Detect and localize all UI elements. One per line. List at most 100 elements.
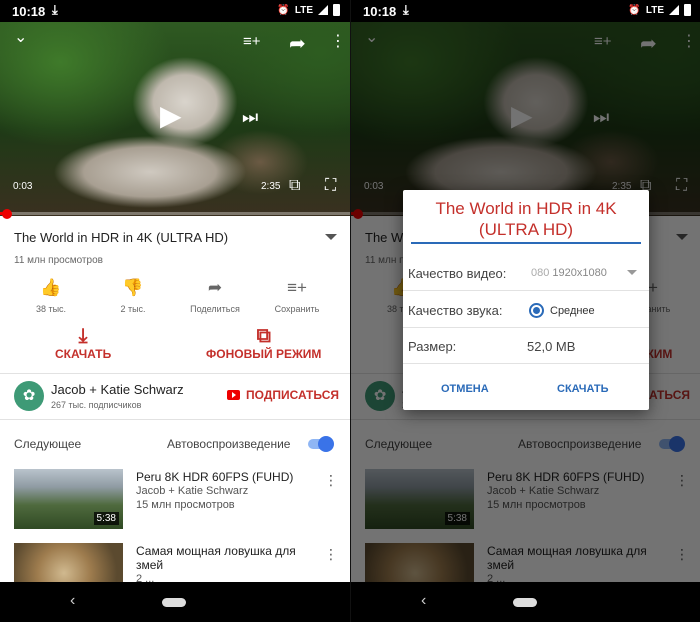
video-title: Peru 8K HDR 60FPS (FUHD): [136, 470, 294, 484]
dialog-title-field[interactable]: The World in HDR in 4K (ULTRA HD): [411, 198, 641, 244]
video-views: 15 млн просмотров: [136, 499, 235, 511]
duration-badge: 5:38: [93, 512, 119, 525]
dislike-count: 2 тыс.: [120, 304, 146, 314]
size-value: 52,0 MB: [527, 339, 576, 354]
status-icons: ⏰ LTE: [277, 4, 340, 16]
video-thumbnail[interactable]: 5:38: [14, 469, 123, 529]
progress-bar[interactable]: [0, 209, 350, 219]
youtube-screen-with-dialog: 10:18 ⤓ ⏰ LTE ⌄ ≡+ ➦ ⋮ ▶ ⏭ 0:03 2:35 ⧉ ⛶…: [351, 0, 700, 622]
divider: [0, 419, 350, 420]
download-notification-icon: ⤓: [403, 2, 409, 17]
confirm-download-button[interactable]: СКАЧАТЬ: [557, 383, 609, 395]
dislike-button[interactable]: 👎 2 тыс.: [92, 278, 174, 314]
more-options-icon[interactable]: ⋮: [324, 473, 338, 487]
video-title: Самая мощная ловушка для змей: [136, 544, 296, 572]
background-mode-icon: ⧉: [256, 325, 271, 347]
miniplayer-icon[interactable]: ⧉: [289, 178, 300, 194]
subscribe-button[interactable]: ПОДПИСАТЬСЯ: [227, 388, 339, 402]
video-title: The World in HDR in 4K (ULTRA HD): [14, 230, 229, 245]
like-count: 38 тыс.: [35, 304, 67, 314]
clock: 10:18: [363, 4, 397, 19]
network-type: LTE: [294, 4, 313, 16]
thumb-up-icon: 👍: [40, 278, 62, 297]
video-quality-row[interactable]: Качество видео: 080 1920x1080: [403, 257, 649, 291]
divider: [0, 373, 350, 374]
like-button[interactable]: 👍 38 тыс.: [10, 278, 92, 314]
status-icons: ⏰ LTE: [628, 4, 691, 16]
play-icon[interactable]: ▶: [160, 102, 182, 130]
alarm-icon: ⏰: [628, 4, 641, 16]
share-icon[interactable]: ➦: [289, 34, 306, 54]
minimize-chevron-icon[interactable]: ⌄: [14, 30, 27, 46]
channel-avatar[interactable]: ✿: [14, 381, 44, 411]
audio-quality-value: Среднее: [550, 305, 595, 317]
size-label: Размер:: [408, 339, 457, 354]
video-quality-select[interactable]: 080 1920x1080: [531, 267, 607, 279]
subscribe-label: ПОДПИСАТЬСЯ: [246, 388, 339, 402]
download-button[interactable]: ⤓ СКАЧАТЬ: [55, 325, 111, 361]
save-label: Сохранить: [274, 304, 320, 314]
save-button[interactable]: ≡+ Сохранить: [256, 278, 338, 314]
audio-quality-radio[interactable]: [529, 303, 544, 318]
video-quality-value: 1920x1080: [552, 267, 607, 279]
download-label: СКАЧАТЬ: [55, 347, 112, 361]
signal-icon: [669, 5, 679, 15]
home-pill[interactable]: [513, 598, 537, 607]
battery-icon: [333, 4, 340, 16]
video-channel: Jacob + Katie Schwarz: [136, 485, 249, 497]
back-icon[interactable]: ‹: [421, 592, 426, 610]
share-label: Поделиться: [190, 304, 240, 314]
cancel-button[interactable]: ОТМЕНА: [441, 383, 489, 395]
navigation-bar: ‹: [0, 582, 350, 622]
expand-description-icon[interactable]: [325, 234, 337, 240]
audio-quality-label: Качество звука:: [408, 303, 503, 318]
fullscreen-icon[interactable]: ⛶: [325, 178, 336, 194]
current-time: 0:03: [13, 181, 33, 192]
video-quality-prefix: 080: [531, 267, 550, 279]
video-info: Peru 8K HDR 60FPS (FUHD) Jacob + Katie S…: [136, 470, 316, 512]
up-next-heading: Следующее: [14, 437, 82, 451]
progress-handle[interactable]: [1, 209, 12, 219]
add-to-playlist-icon[interactable]: ≡+: [243, 34, 261, 49]
channel-name: Jacob + Katie Schwarz: [51, 382, 184, 397]
next-video-icon[interactable]: ⏭: [242, 108, 258, 126]
share-button[interactable]: ➦ Поделиться: [174, 278, 256, 314]
video-quality-label: Качество видео:: [408, 266, 507, 281]
status-bar: 10:18 ⤓ ⏰ LTE: [351, 0, 700, 22]
dropdown-arrow-icon[interactable]: [627, 270, 637, 275]
thumb-down-icon: 👎: [122, 278, 144, 297]
youtube-logo-icon: [227, 390, 241, 400]
duration: 2:35: [261, 181, 281, 192]
more-options-icon[interactable]: ⋮: [330, 34, 346, 50]
subscriber-count: 267 тыс. подписчиков: [51, 400, 142, 410]
channel-row[interactable]: ✿ Jacob + Katie Schwarz 267 тыс. подписч…: [14, 379, 339, 415]
background-mode-label: ФОНОВЫЙ РЕЖИМ: [206, 347, 322, 361]
video-info: Самая мощная ловушка для змей 2 ...: [136, 544, 316, 586]
list-item[interactable]: 5:38 Peru 8K HDR 60FPS (FUHD) Jacob + Ka…: [14, 469, 344, 529]
status-bar: 10:18 ⤓ ⏰ LTE: [0, 0, 350, 22]
download-notification-icon: ⤓: [52, 2, 58, 17]
back-icon[interactable]: ‹: [70, 592, 75, 610]
add-to-playlist-icon: ≡+: [287, 278, 307, 297]
home-pill[interactable]: [162, 598, 186, 607]
signal-icon: [318, 5, 328, 15]
battery-icon: [684, 4, 691, 16]
alarm-icon: ⏰: [277, 4, 290, 16]
share-icon: ➦: [207, 278, 223, 297]
autoplay-toggle[interactable]: [306, 436, 334, 452]
autoplay-label: Автовоспроизведение: [167, 437, 291, 451]
video-title-row[interactable]: The World in HDR in 4K (ULTRA HD): [14, 230, 339, 245]
download-dialog: The World in HDR in 4K (ULTRA HD) Качест…: [403, 190, 649, 410]
background-mode-button[interactable]: ⧉ ФОНОВЫЙ РЕЖИМ: [206, 325, 321, 361]
navigation-bar: ‹: [351, 582, 700, 622]
video-player[interactable]: ⌄ ≡+ ➦ ⋮ ▶ ⏭ 0:03 2:35 ⧉ ⛶: [0, 22, 350, 216]
view-count: 11 млн просмотров: [14, 255, 103, 266]
network-type: LTE: [645, 4, 664, 16]
size-row: Размер: 52,0 MB: [403, 330, 649, 364]
action-bar: 👍 38 тыс. 👎 2 тыс. ➦ Поделиться ≡+ Сохра…: [10, 278, 340, 314]
youtube-screen: 10:18 ⤓ ⏰ LTE ⌄ ≡+ ➦ ⋮ ▶ ⏭ 0:03 2:35 ⧉ ⛶…: [0, 0, 350, 622]
audio-quality-row[interactable]: Качество звука: Среднее: [403, 294, 649, 328]
download-icon: ⤓: [78, 325, 88, 347]
more-options-icon[interactable]: ⋮: [324, 547, 338, 561]
toggle-knob: [318, 436, 334, 452]
